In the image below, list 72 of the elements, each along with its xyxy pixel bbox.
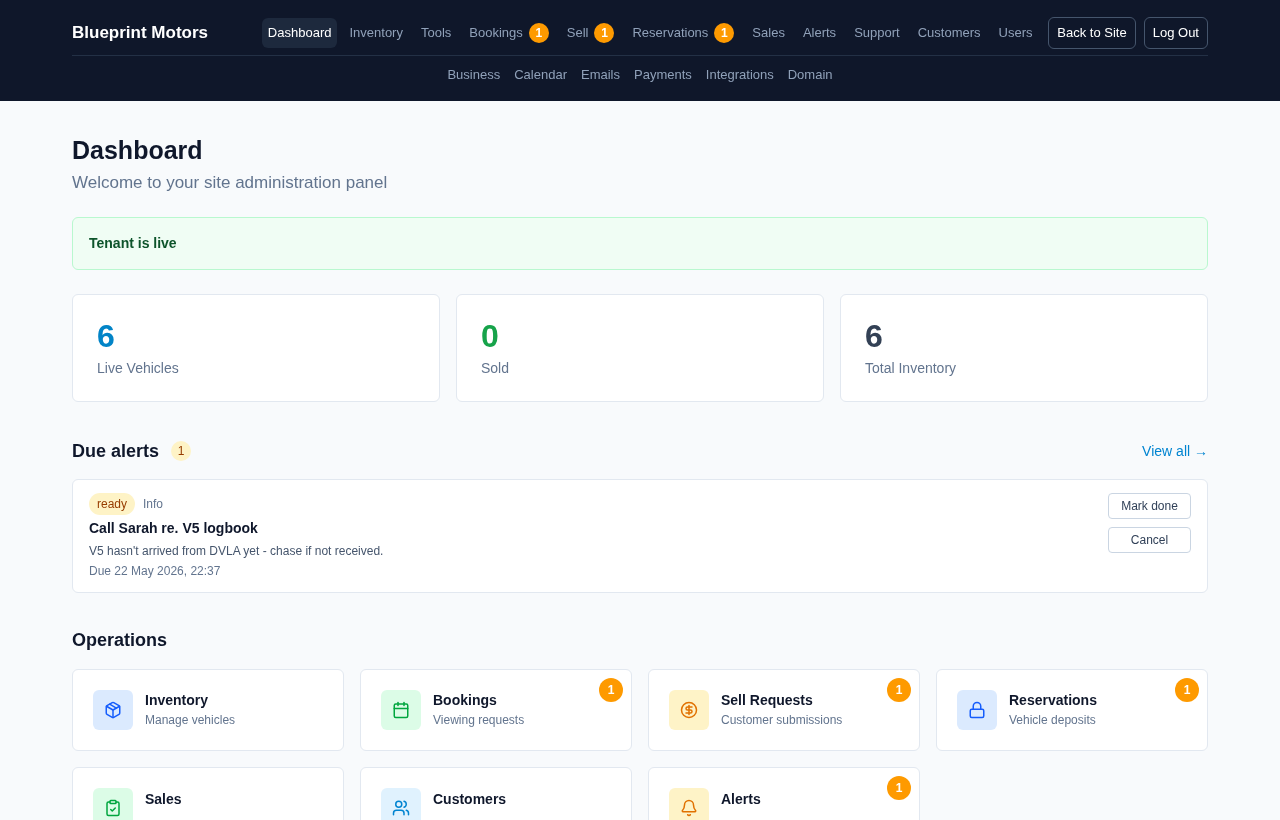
stat-value: 0 — [481, 316, 500, 356]
operation-card[interactable]: Sell Requests Customer submissions 1 — [648, 668, 920, 751]
card-title: Reservations — [1009, 691, 1097, 711]
nav-link[interactable]: Alerts — [796, 18, 843, 48]
nav-link[interactable]: Customers — [911, 18, 987, 48]
operation-card[interactable]: Customers — [360, 766, 632, 820]
page-subtitle: Welcome to your site administration panel — [72, 172, 389, 195]
nav-link[interactable]: Tools — [414, 18, 458, 48]
card-title: Inventory — [145, 691, 209, 711]
stat-value: 6 — [97, 316, 116, 356]
subnav-link[interactable]: Domain — [787, 64, 833, 84]
status-banner: Tenant is live — [72, 216, 1208, 270]
nav-link[interactable]: Inventory — [343, 18, 409, 48]
header-button[interactable]: Back to Site — [1048, 17, 1136, 49]
card-subtitle: Viewing requests — [433, 712, 525, 730]
people-icon — [392, 798, 410, 817]
alert-action-button[interactable]: Mark done — [1108, 492, 1191, 519]
operation-card[interactable]: Bookings Viewing requests 1 — [360, 668, 632, 751]
alert-type: Info — [143, 495, 164, 513]
nav-link[interactable]: Dashboard — [261, 18, 338, 48]
card-title: Sales — [145, 790, 182, 810]
status-tag: ready — [89, 492, 136, 515]
view-all-link[interactable]: View all → — [1142, 440, 1208, 462]
page-title: Dashboard — [72, 135, 204, 166]
box-icon — [104, 700, 122, 719]
stat-label: Live Vehicles — [97, 358, 180, 378]
card-subtitle: Manage vehicles — [145, 712, 236, 730]
card-title: Customers — [433, 790, 507, 810]
section-title: Due alerts — [72, 439, 160, 463]
operation-card[interactable]: Reservations Vehicle deposits 1 — [936, 668, 1208, 751]
subnav-link[interactable]: Integrations — [705, 64, 774, 84]
nav-link[interactable]: Users — [992, 18, 1039, 48]
count-badge: 1 — [714, 22, 735, 43]
card-title: Alerts — [721, 790, 761, 810]
stat-value: 6 — [865, 316, 884, 356]
count-badge: 1 — [887, 775, 911, 800]
nav-link[interactable]: Support — [848, 18, 906, 48]
count-badge: 1 — [887, 677, 911, 702]
card-title: Bookings — [433, 691, 498, 711]
calendar-icon — [392, 700, 410, 719]
alert-action-button[interactable]: Cancel — [1108, 526, 1191, 553]
bell-icon — [680, 798, 698, 817]
operation-card[interactable]: Inventory Manage vehicles — [72, 668, 344, 751]
stat-label: Total Inventory — [865, 358, 958, 378]
alert-due-date: Due 22 May 2026, 22:37 — [89, 562, 222, 580]
card-subtitle: Vehicle deposits — [1009, 712, 1097, 730]
section-title: Operations — [72, 628, 169, 652]
subnav-link[interactable]: Emails — [580, 64, 620, 84]
count-badge: 1 — [599, 677, 623, 702]
subnav-link[interactable]: Payments — [634, 64, 692, 84]
subnav-link[interactable]: Business — [447, 64, 501, 84]
lock-icon — [968, 700, 986, 719]
operation-card[interactable]: Alerts 1 — [648, 766, 920, 820]
alert-count: 1 — [171, 441, 192, 462]
card-title: Sell Requests — [721, 691, 814, 711]
subnav-link[interactable]: Calendar — [514, 64, 567, 84]
alert-title: Call Sarah re. V5 logbook — [89, 518, 259, 538]
stat-label: Sold — [481, 358, 511, 378]
brand-name: Blueprint Motors — [72, 22, 209, 44]
nav-link[interactable]: Reservations 1 — [626, 17, 741, 48]
header-button[interactable]: Log Out — [1143, 17, 1208, 49]
count-badge: 1 — [1175, 677, 1199, 702]
alert-description: V5 hasn't arrived from DVLA yet - chase if not received. — [89, 542, 384, 560]
operation-card[interactable]: Sales — [72, 766, 344, 820]
card-subtitle: Customer submissions — [721, 712, 843, 730]
nav-link[interactable]: Bookings 1 — [463, 17, 555, 48]
nav-link[interactable]: Sales — [746, 18, 791, 48]
nav-link[interactable]: Sell 1 — [560, 17, 621, 48]
count-badge: 1 — [528, 22, 549, 43]
count-badge: 1 — [594, 22, 615, 43]
clipboard-icon — [104, 798, 122, 817]
dollar-coin-icon — [680, 700, 698, 719]
